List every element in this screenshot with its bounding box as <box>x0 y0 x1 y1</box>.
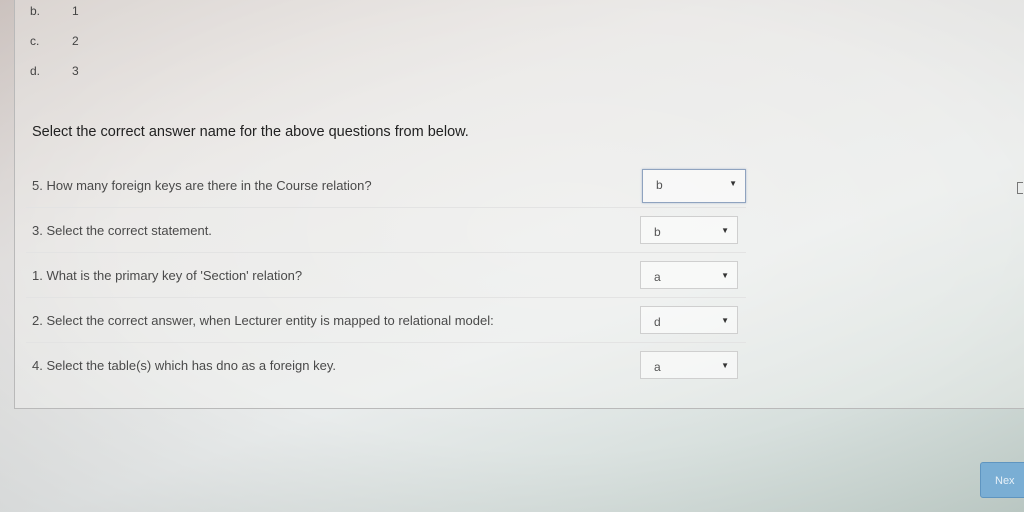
answer-select[interactable]: b ▼ <box>640 216 738 244</box>
option-value: 1 <box>72 4 79 18</box>
dropdown-arrow-icon: ▼ <box>721 316 729 325</box>
matching-question: 4. Select the table(s) which has dno as … <box>32 358 336 373</box>
panel-edge-mark <box>1017 182 1023 194</box>
dropdown-arrow-icon: ▼ <box>729 179 737 188</box>
matching-question: 3. Select the correct statement. <box>32 223 212 238</box>
matching-question: 5. How many foreign keys are there in th… <box>32 178 372 193</box>
matching-instruction: Select the correct answer name for the a… <box>32 124 469 140</box>
selected-value: a <box>654 270 661 284</box>
matching-table: 5. How many foreign keys are there in th… <box>26 163 746 387</box>
selected-value: b <box>656 178 663 192</box>
selected-value: a <box>654 360 661 374</box>
dropdown-arrow-icon: ▼ <box>721 226 729 235</box>
dropdown-arrow-icon: ▼ <box>721 361 729 370</box>
option-letter: c. <box>30 34 40 48</box>
answer-select[interactable]: d ▼ <box>640 306 738 334</box>
matching-row: 5. How many foreign keys are there in th… <box>26 163 746 207</box>
dropdown-arrow-icon: ▼ <box>721 271 729 280</box>
selected-value: d <box>654 315 661 329</box>
answer-select[interactable]: b ▼ <box>642 169 746 203</box>
selected-value: b <box>654 225 661 239</box>
option-letter: b. <box>30 4 41 18</box>
answer-select[interactable]: a ▼ <box>640 261 738 289</box>
matching-question: 1. What is the primary key of 'Section' … <box>32 268 303 283</box>
option-value: 3 <box>72 64 79 78</box>
next-button[interactable]: Nex <box>980 462 1024 498</box>
matching-row: 3. Select the correct statement. b ▼ <box>26 207 746 252</box>
matching-row: 2. Select the correct answer, when Lectu… <box>26 297 746 342</box>
option-letter: d. <box>30 64 41 78</box>
matching-row: 1. What is the primary key of 'Section' … <box>26 252 746 297</box>
matching-question: 2. Select the correct answer, when Lectu… <box>32 313 494 328</box>
matching-row: 4. Select the table(s) which has dno as … <box>26 342 746 387</box>
answer-select[interactable]: a ▼ <box>640 351 738 379</box>
option-value: 2 <box>72 34 79 48</box>
